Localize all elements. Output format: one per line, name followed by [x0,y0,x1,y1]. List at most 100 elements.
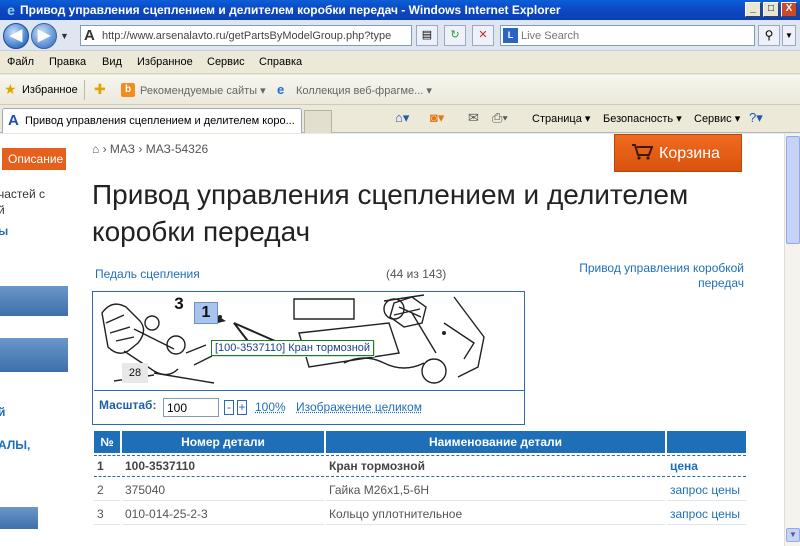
search-icon[interactable]: ⚲ [758,25,780,46]
breadcrumb: ⌂ › МАЗ › МАЗ-54326 [92,142,209,156]
prev-group-link[interactable]: Педаль сцепления [95,267,200,281]
part-tooltip: [100-3537110] Кран тормозной [211,340,375,356]
callout-marker[interactable]: 1 [194,302,218,324]
stop-icon[interactable]: ✕ [472,25,494,46]
callout-marker[interactable]: 28 [122,363,148,383]
sidebar-link[interactable]: АЛЫ, [0,438,30,452]
tab-label: Привод управления сцеплением и делителем… [25,115,295,127]
search-box[interactable]: L [500,25,755,46]
row-index: 3 [94,503,120,525]
sidebar-menu-block[interactable] [0,338,68,372]
favorites-bar: ★ Избранное ✚ b Рекомендуемые сайты ▾ e … [0,75,800,105]
sidebar-text: й [0,203,5,217]
sidebar-menu-block[interactable] [0,507,38,529]
search-input[interactable] [521,28,751,43]
new-tab-button[interactable] [304,110,332,133]
price-request-link[interactable]: запрос цены [667,479,746,501]
table-row[interactable]: 3 010-014-25-2-3 Кольцо уплотнительное з… [94,503,746,525]
zoom-label: Масштаб: [99,398,157,412]
address-url[interactable]: http://www.arsenalavto.ru/getPartsByMode… [102,30,410,42]
help-icon[interactable]: ?▾ [749,110,763,126]
maximize-button[interactable]: □ [763,2,779,17]
fit-image-link[interactable]: Изображение целиком [296,400,422,414]
minimize-button[interactable]: _ [745,2,761,17]
safety-menu[interactable]: Безопасность ▾ [603,112,682,125]
tab-row: A Привод управления сцеплением и делител… [0,105,800,133]
diagram-viewer: 3 1 28 [100-3537110] Кран тормозной Масш… [92,291,525,425]
part-number: 100-3537110 [122,455,324,477]
left-sidebar: Описание частей с й ы й АЛЫ, [0,134,68,546]
row-index: 1 [94,455,120,477]
menu-tools[interactable]: Сервис [207,56,245,68]
col-number: № [94,431,120,453]
sidebar-link[interactable]: й [0,405,5,419]
live-search-icon: L [503,28,518,43]
refresh-icon[interactable]: ↻ [444,25,466,46]
callout-marker[interactable]: 3 [168,294,190,314]
menu-favorites[interactable]: Избранное [137,56,193,68]
price-link[interactable]: цена [667,455,746,477]
menu-file[interactable]: Файл [7,56,34,68]
favorites-star-icon[interactable]: ★ [4,82,17,96]
table-row[interactable]: 1 100-3537110 Кран тормозной цена [94,455,746,477]
breadcrumb-item[interactable]: МАЗ-54326 [146,142,208,156]
suggested-sites-link[interactable]: Рекомендуемые сайты ▾ [140,84,266,97]
table-header: № Номер детали Наименование детали [94,431,746,453]
parts-diagram[interactable]: 3 1 28 [100-3537110] Кран тормозной [94,293,524,391]
part-number: 010-014-25-2-3 [122,503,324,525]
zoom-100-link[interactable]: 100% [255,400,286,414]
part-number: 375040 [122,479,324,501]
menu-edit[interactable]: Правка [49,56,86,68]
parts-table: № Номер детали Наименование детали 1 100… [92,429,748,527]
tab-page-icon: A [8,112,19,129]
search-options-dropdown-icon[interactable]: ▼ [782,25,796,46]
address-toolbar: ◀ ▶ ▼ A http://www.arsenalavto.ru/getPar… [0,20,800,51]
breadcrumb-item[interactable]: МАЗ [110,142,135,156]
menu-view[interactable]: Вид [102,56,122,68]
zoom-input[interactable] [163,398,219,417]
address-bar[interactable]: A http://www.arsenalavto.ru/getPartsByMo… [80,25,412,46]
zoom-out-button[interactable]: - [224,400,234,415]
tools-menu[interactable]: Сервис ▾ [694,112,740,125]
page-menu[interactable]: Страница ▾ [532,112,590,125]
scroll-down-arrow[interactable]: ▼ [786,528,800,542]
close-window-button[interactable]: X [781,2,797,17]
zoom-in-button[interactable]: + [237,400,247,415]
cart-button[interactable]: Корзина [614,134,742,172]
sidebar-text: частей с [0,187,45,201]
sidebar-menu-block[interactable] [0,286,68,316]
row-index: 2 [94,479,120,501]
recent-pages-dropdown-icon[interactable]: ▼ [60,31,69,41]
feeds-icon[interactable]: ◙▾ [430,110,444,126]
part-name: Кольцо уплотнительное [326,503,665,525]
suggested-sites-icon: b [121,83,135,97]
cart-icon [632,144,653,160]
back-button[interactable]: ◀ [3,23,29,49]
tab-current[interactable]: A Привод управления сцеплением и делител… [2,108,302,133]
part-name: Кран тормозной [326,455,665,477]
print-icon[interactable]: ⎙▾ [492,110,508,126]
forward-button[interactable]: ▶ [31,23,57,49]
description-tab[interactable]: Описание [2,148,66,170]
menu-help[interactable]: Справка [259,56,302,68]
price-request-link[interactable]: запрос цены [667,503,746,525]
cart-label: Корзина [659,145,720,162]
sidebar-link[interactable]: ы [0,224,8,238]
group-counter: (44 из 143) [386,267,447,281]
compatibility-view-icon[interactable]: ▤ [416,25,438,46]
ie-app-icon: e [7,2,15,18]
scroll-thumb[interactable] [786,136,800,244]
next-group-link[interactable]: Привод управления коробкой передач [560,261,744,291]
page-icon: A [84,27,95,44]
col-part-number: Номер детали [122,431,324,453]
add-to-favorites-icon[interactable]: ✚ [94,82,106,96]
col-part-name: Наименование детали [326,431,665,453]
home-icon[interactable]: ⌂▾ [395,110,409,126]
vertical-scrollbar[interactable]: ▼ [784,134,800,546]
web-slice-gallery-link[interactable]: Коллекция веб-фрагме... ▾ [296,84,432,97]
home-icon[interactable]: ⌂ [92,142,99,156]
table-row[interactable]: 2 375040 Гайка М26х1,5-6Н запрос цены [94,479,746,501]
favorites-button[interactable]: Избранное [22,84,78,96]
read-mail-icon[interactable]: ✉ [468,110,479,126]
page-title: Привод управления сцеплением и делителем… [92,179,689,247]
